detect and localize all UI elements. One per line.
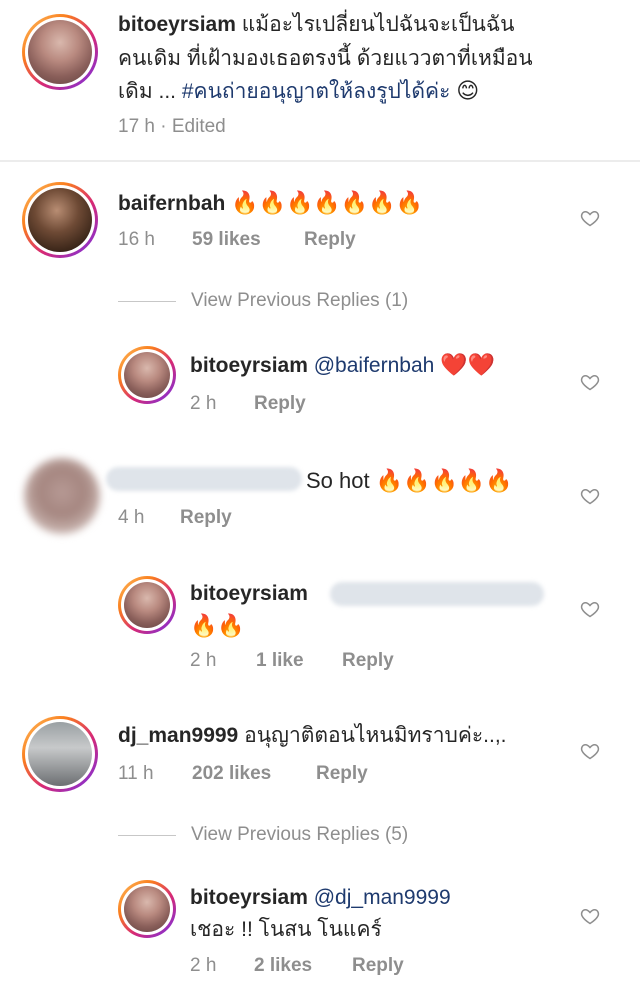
reply-button[interactable]: Reply bbox=[180, 507, 232, 529]
comment-text: dj_man9999 อนุญาติตอนไหนมิทราบค่ะ..,. bbox=[118, 719, 578, 752]
reply-username[interactable]: bitoeyrsiam bbox=[190, 582, 308, 605]
comment-time: 4 h bbox=[118, 507, 145, 528]
reply-avatar[interactable] bbox=[118, 346, 176, 404]
reply-button[interactable]: Reply bbox=[352, 955, 404, 977]
reply-text: bitoeyrsiam @dj_man9999 bbox=[190, 881, 570, 914]
likes-count[interactable]: 2 likes bbox=[254, 955, 312, 977]
caption-avatar[interactable] bbox=[22, 14, 98, 90]
likes-count[interactable]: 59 likes bbox=[192, 229, 261, 251]
comment-meta: 16 h 59 likes Reply bbox=[118, 229, 478, 251]
heart-outline-icon[interactable] bbox=[580, 906, 600, 926]
reply-time: 2 h bbox=[190, 650, 217, 671]
comment-time: 16 h bbox=[118, 229, 155, 250]
reply-avatar[interactable] bbox=[118, 576, 176, 634]
blurred-avatar[interactable] bbox=[24, 458, 100, 534]
view-replies-line bbox=[118, 301, 176, 302]
caption-text-line3: เดิม ... #คนถ่ายอนุญาตให้ลงรูปได้ค่ะ 😊 bbox=[118, 74, 628, 108]
likes-count[interactable]: 202 likes bbox=[192, 763, 271, 785]
comment-avatar[interactable] bbox=[22, 182, 98, 258]
caption-line3: เดิม ... bbox=[118, 80, 182, 103]
likes-count[interactable]: 1 like bbox=[256, 650, 304, 672]
fire-emoji: 🔥🔥🔥🔥🔥🔥🔥 bbox=[231, 190, 423, 215]
view-previous-replies-button[interactable]: View Previous Replies (1) bbox=[191, 290, 408, 312]
comment-avatar[interactable] bbox=[22, 716, 98, 792]
smile-emoji: 😊 bbox=[456, 78, 480, 103]
heart-outline-icon[interactable] bbox=[580, 741, 600, 761]
reply-time: 2 h bbox=[190, 955, 217, 976]
reply-button[interactable]: Reply bbox=[304, 229, 356, 251]
caption-meta: 17 h · Edited bbox=[118, 116, 226, 137]
reply-mention[interactable]: @dj_man9999 bbox=[314, 886, 451, 909]
heart-outline-icon[interactable] bbox=[580, 486, 600, 506]
reply-meta: 2 h 2 likes Reply bbox=[190, 955, 490, 977]
comment-time: 11 h bbox=[118, 763, 154, 784]
reply-username[interactable]: bitoeyrsiam bbox=[190, 886, 308, 909]
fire-emoji: 🔥🔥 bbox=[190, 613, 245, 638]
view-replies-line bbox=[118, 835, 176, 836]
comment-meta: 4 h Reply bbox=[118, 507, 418, 529]
blurred-username bbox=[106, 467, 302, 491]
comment-username[interactable]: dj_man9999 bbox=[118, 724, 238, 747]
heart-outline-icon[interactable] bbox=[580, 599, 600, 619]
blurred-mention bbox=[330, 582, 544, 606]
comment-text: baifernbah 🔥🔥🔥🔥🔥🔥🔥 bbox=[118, 186, 578, 220]
heart-outline-icon[interactable] bbox=[580, 208, 600, 228]
reply-text: bitoeyrsiam @baifernbah ❤️❤️ bbox=[190, 348, 570, 382]
fire-emoji: So hot 🔥🔥🔥🔥🔥 bbox=[306, 468, 513, 493]
reply-text: bitoeyrsiam bbox=[190, 577, 330, 610]
red-heart-emoji: ❤️❤️ bbox=[440, 352, 495, 377]
reply-button[interactable]: Reply bbox=[316, 763, 368, 785]
reply-meta: 2 h Reply bbox=[190, 393, 490, 415]
caption-username[interactable]: bitoeyrsiam bbox=[118, 13, 236, 36]
reply-avatar[interactable] bbox=[118, 880, 176, 938]
reply-button[interactable]: Reply bbox=[342, 650, 394, 672]
reply-text-line2: 🔥🔥 bbox=[190, 609, 390, 643]
caption-text-line1: bitoeyrsiam แม้อะไรเปลี่ยนไปฉันจะเป็นฉัน bbox=[118, 8, 618, 41]
reply-time: 2 h bbox=[190, 393, 217, 414]
view-previous-replies-button[interactable]: View Previous Replies (5) bbox=[191, 824, 408, 846]
reply-mention[interactable]: @baifernbah bbox=[314, 354, 435, 377]
comment-meta: 11 h 202 likes Reply bbox=[118, 763, 478, 785]
reply-button[interactable]: Reply bbox=[254, 393, 306, 415]
reply-body: เชอะ !! โนสน โนแคร์ bbox=[190, 918, 382, 941]
reply-username[interactable]: bitoeyrsiam bbox=[190, 354, 308, 377]
comment-username[interactable]: baifernbah bbox=[118, 192, 225, 215]
comment-body: อนุญาติตอนไหนมิทราบค่ะ..,. bbox=[244, 724, 507, 747]
caption-hashtag[interactable]: #คนถ่ายอนุญาตให้ลงรูปได้ค่ะ bbox=[182, 80, 451, 103]
heart-outline-icon[interactable] bbox=[580, 372, 600, 392]
reply-meta: 2 h 1 like Reply bbox=[190, 650, 490, 672]
comment-text: So hot 🔥🔥🔥🔥🔥 bbox=[306, 464, 566, 498]
caption-line2: คนเดิม ที่เฝ้ามองเธอตรงนี้ ด้วยแววตาที่เ… bbox=[118, 47, 533, 70]
caption-divider bbox=[0, 160, 640, 162]
caption-line1: แม้อะไรเปลี่ยนไปฉันจะเป็นฉัน bbox=[241, 13, 515, 36]
